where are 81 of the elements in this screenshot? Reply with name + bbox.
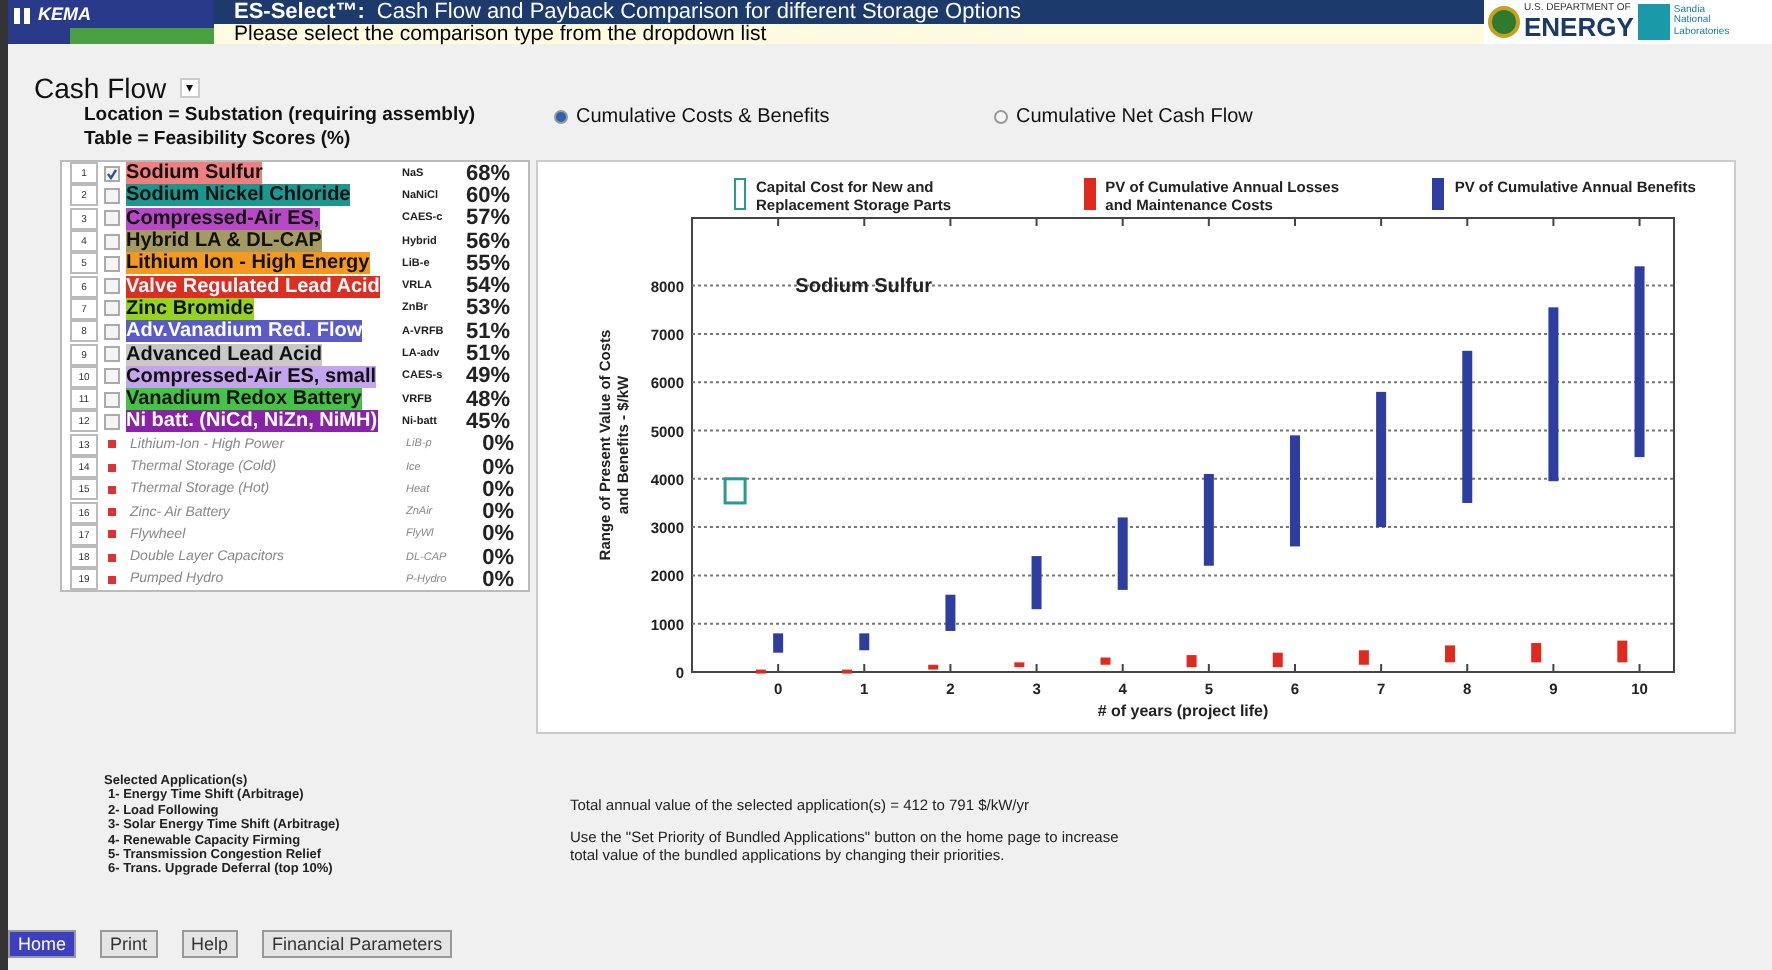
range-bar [1617,640,1628,663]
checkbox[interactable] [104,233,120,250]
range-bar [1290,435,1300,547]
feasibility-score: 48% [463,387,510,412]
range-bar [1100,657,1111,665]
radio-option[interactable]: Cumulative Net Cash Flow [994,106,1434,128]
range-bar [1014,662,1025,668]
checkbox[interactable] [104,165,120,182]
feasibility-score: 0% [480,522,514,547]
feasibility-score: 49% [463,364,510,389]
nav-button[interactable]: Home [8,930,77,958]
technology-name: Adv.Vanadium Red. Flow [126,320,363,343]
info-text: Table = Feasibility Scores (%) [84,128,353,152]
radio-option[interactable]: Cumulative Costs & Benefits [554,106,994,128]
technology-name: Lithium Ion - High Energy [126,252,370,275]
checkbox[interactable] [104,323,120,340]
capital-cost-marker [723,477,747,505]
range-bar [773,633,784,653]
feasibility-score: 0% [480,455,514,480]
checkbox[interactable] [104,255,120,272]
app-title: ES-Select™: [234,0,365,24]
radio-dot[interactable] [554,110,568,124]
feasibility-score: 51% [463,342,510,367]
range-bar [1445,645,1456,663]
window-title: Cash Flow and Payback Comparison for different Storage Options [376,0,1021,24]
seal-icon [1488,6,1520,38]
checkbox[interactable] [104,391,120,408]
info-text: Location = Substation (requiring assembly) [84,104,478,128]
checkbox[interactable] [104,346,120,363]
checkbox[interactable] [104,278,120,295]
feasibility-score: 0% [480,545,514,570]
technology-name: Hybrid LA & DL-CAP [126,230,322,253]
technology-name: Compressed-Air ES, small [126,365,377,388]
checkbox[interactable] [104,413,120,430]
nav-button[interactable]: Financial Parameters [262,930,453,958]
technology-name: Zinc Bromide [126,297,254,320]
feasibility-score: 0% [480,432,514,457]
checkbox[interactable] [104,210,120,227]
feasibility-score: 51% [463,319,510,344]
range-bar [1186,655,1197,668]
range-bar [755,669,766,674]
radio-dot[interactable] [994,110,1008,124]
feasibility-score: 0% [480,477,514,502]
range-bar [842,669,853,674]
range-bar [928,664,939,670]
x-axis-label: # of years (project life) [1097,702,1269,720]
range-bar [945,594,956,631]
range-bar [1358,650,1369,665]
technology-name: Valve Regulated Lead Acid [126,275,380,298]
feasibility-score: 55% [463,251,510,276]
checkbox[interactable] [104,300,120,317]
nav-button[interactable]: Help [181,930,239,958]
technology-name: Ni batt. (NiCd, NiZn, NiMH) [126,410,378,433]
range-bar [1031,556,1042,610]
range-bar [1531,643,1542,663]
feasibility-score: 0% [480,500,514,525]
range-bar [1203,474,1214,566]
nav-button[interactable]: Print [100,930,158,958]
feasibility-score: 56% [463,229,510,254]
technology-name: Sodium Nickel Chloride [126,184,351,207]
feasibility-score: 57% [463,206,510,231]
technology-name: Compressed-Air ES, [126,207,320,230]
doe-wordmark: ENERGY [1524,14,1634,40]
logo-text: KEMA [38,4,91,24]
feasibility-score: 45% [463,409,510,434]
feasibility-score: 60% [463,183,510,208]
technology-name: Vanadium Redox Battery [126,388,362,411]
sandia-icon [1637,4,1670,40]
chart-title: Sodium Sulfur [795,275,933,298]
range-bar [1272,652,1283,668]
instruction-text: Please select the comparison type from the dropdown list [214,24,1484,44]
feasibility-score: 0% [480,568,514,592]
range-bar [1117,517,1128,590]
feasibility-score: 54% [463,274,510,299]
feasibility-score: 53% [463,296,510,321]
range-bar [859,633,870,651]
checkbox[interactable] [104,368,120,385]
checkbox[interactable] [104,187,120,204]
range-bar [1376,391,1387,528]
technology-name: Advanced Lead Acid [126,343,322,366]
feasibility-score: 68% [463,161,510,186]
